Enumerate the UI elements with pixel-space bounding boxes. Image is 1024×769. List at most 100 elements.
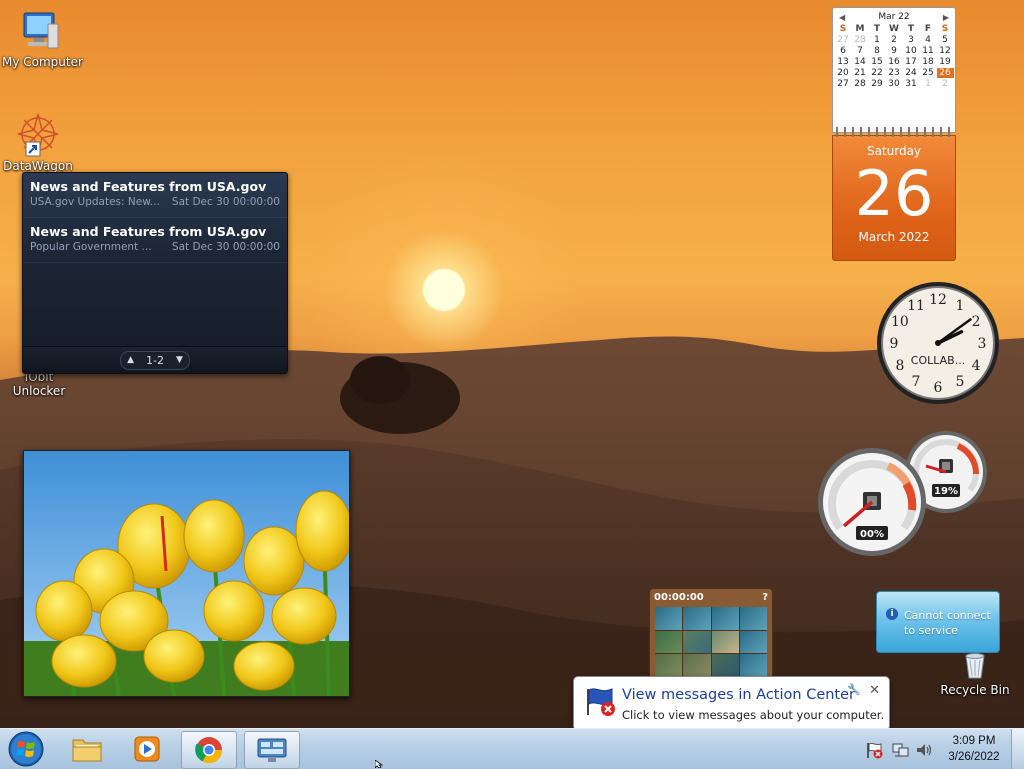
calendar-day-view: Saturday 26 March 2022 (832, 135, 956, 261)
explorer-taskbar-button[interactable] (60, 731, 114, 767)
taskbar-clock[interactable]: 3:09 PM 3/26/2022 (944, 733, 1004, 765)
clock-numeral: 12 (929, 292, 947, 308)
calendar-month-label: Mar 22 (878, 12, 910, 22)
media-player-taskbar-button[interactable] (120, 731, 174, 767)
start-button[interactable] (4, 730, 48, 768)
slideshow-gadget[interactable] (23, 450, 350, 697)
calendar-month-view: ◀ Mar 22 ▶ S M T W T F S 27 28 1 2 3 4 5 6 7 8 9 10 11 12 13 1… (832, 7, 956, 137)
calendar-day-cell[interactable]: 16 (886, 57, 903, 67)
calendar-day-cell[interactable]: 1 (920, 79, 937, 89)
service-status-gadget[interactable]: i Cannot connect to service (876, 591, 1000, 653)
puzzle-tile[interactable] (739, 654, 767, 677)
datawagon-icon (17, 113, 59, 157)
action-center-notification[interactable]: View messages in Action Center Click to … (573, 676, 890, 741)
calendar-day-cell[interactable]: 31 (903, 79, 920, 89)
calendar-day-cell[interactable]: 7 (852, 46, 869, 56)
action-center-tray-icon[interactable] (866, 741, 884, 759)
calendar-day-cell[interactable]: 30 (886, 79, 903, 89)
cpu-percent: 00% (860, 529, 884, 540)
network-tray-icon[interactable] (892, 741, 910, 759)
notification-title[interactable]: View messages in Action Center (622, 687, 855, 703)
calendar-day-cell[interactable]: 8 (869, 46, 886, 56)
puzzle-tile[interactable] (711, 607, 739, 630)
feed-headlines-gadget: News and Features from USA.gov USA.gov U… (22, 172, 288, 374)
show-desktop-button[interactable] (1011, 729, 1024, 769)
service-message-line1: Cannot connect (904, 609, 991, 622)
feed-pager-bar: ▲ 1-2 ▼ (23, 346, 287, 373)
calendar-day-cell[interactable]: 28 (852, 79, 869, 89)
calendar-day-cell[interactable]: 20 (835, 68, 852, 78)
close-icon[interactable]: ✕ (869, 683, 880, 698)
volume-tray-icon[interactable] (915, 741, 933, 759)
feed-item[interactable]: News and Features from USA.gov Popular G… (23, 218, 287, 263)
calendar-day-cell[interactable]: 19 (937, 57, 954, 67)
puzzle-tile[interactable] (655, 654, 683, 677)
next-month-icon[interactable]: ▶ (943, 13, 949, 22)
calendar-day-cell[interactable]: 23 (886, 68, 903, 78)
next-page-icon[interactable]: ▼ (176, 355, 183, 365)
calendar-weekday-header: W (889, 24, 899, 34)
puzzle-tile[interactable] (739, 607, 767, 630)
puzzle-tile[interactable] (711, 630, 739, 654)
chrome-taskbar-button[interactable] (181, 731, 237, 769)
calendar-day-cell[interactable]: 21 (852, 68, 869, 78)
calendar-day-cell[interactable]: 18 (920, 57, 937, 67)
chrome-icon (195, 737, 223, 764)
recycle-bin-icon (965, 653, 985, 679)
calendar-day-cell[interactable]: 5 (937, 35, 954, 45)
puzzle-help-icon[interactable]: ? (762, 592, 768, 603)
calendar-day-cell[interactable]: 25 (920, 68, 937, 78)
calendar-day-cell[interactable]: 27 (835, 35, 852, 45)
puzzle-tile[interactable] (683, 630, 711, 654)
my-computer-desktop-icon[interactable]: My Computer (2, 10, 83, 69)
calendar-day-cell[interactable]: 29 (869, 79, 886, 89)
puzzle-tile[interactable] (711, 654, 739, 677)
puzzle-tile[interactable] (683, 654, 711, 677)
previous-month-icon[interactable]: ◀ (839, 13, 845, 22)
calendar-day-cell[interactable]: 22 (869, 68, 886, 78)
calendar-binding-rings (833, 127, 955, 137)
calendar-day-cell[interactable]: 3 (903, 35, 920, 45)
picture-puzzle-gadget[interactable]: 00:00:00 ? (649, 588, 773, 680)
calendar-day-cell[interactable]: 26 (936, 68, 954, 78)
calendar-day-grid: S M T W T F S 27 28 1 2 3 4 5 6 7 8 9 10 11 12 13 14 15 16 17 18 19… (833, 24, 955, 89)
iobit-unlocker-desktop-icon[interactable]: IObit Unlocker (4, 370, 74, 398)
cpu-meter-gadget[interactable]: 19% 00% (818, 428, 990, 558)
calendar-day-cell[interactable]: 12 (937, 46, 954, 56)
puzzle-tile[interactable] (655, 607, 683, 630)
calendar-day-cell[interactable]: 24 (903, 68, 920, 78)
calendar-day-cell[interactable]: 27 (835, 79, 852, 89)
calendar-day-cell[interactable]: 10 (903, 46, 920, 56)
wrench-icon[interactable]: 🔧 (847, 683, 861, 696)
calendar-day-cell[interactable]: 6 (835, 46, 852, 56)
computer-icon (23, 12, 59, 49)
calendar-day-cell[interactable]: 17 (903, 57, 920, 67)
calendar-gadget[interactable]: ◀ Mar 22 ▶ S M T W T F S 27 28 1 2 3 4 5 6 7 8 9 10 11 12 13 1… (832, 7, 956, 261)
calendar-day-cell[interactable]: 28 (852, 35, 869, 45)
taskbar: 3:09 PM 3/26/2022 (0, 728, 1024, 769)
calendar-day-cell[interactable]: 4 (920, 35, 937, 45)
cpu-gauge: 00% (818, 448, 926, 556)
unlocker-label: Unlocker (12, 384, 66, 398)
calendar-day-cell[interactable]: 14 (852, 57, 869, 67)
calendar-day-name: Saturday (866, 144, 922, 158)
puzzle-tile[interactable] (655, 630, 683, 654)
puzzle-tile[interactable] (739, 630, 767, 654)
calendar-day-cell[interactable]: 2 (937, 79, 954, 89)
calendar-day-cell[interactable]: 13 (835, 57, 852, 67)
control-panel-taskbar-button[interactable] (244, 731, 300, 769)
recycle-bin-label: Recycle Bin (940, 683, 1010, 697)
calendar-weekday-header: S (941, 24, 949, 34)
calendar-day-cell[interactable]: 9 (886, 46, 903, 56)
feed-item[interactable]: News and Features from USA.gov USA.gov U… (23, 173, 287, 218)
calendar-day-cell[interactable]: 1 (869, 35, 886, 45)
datawagon-desktop-icon[interactable]: DataWagon (0, 110, 76, 173)
clock-gadget[interactable]: 12 12 3 45678 9 1011 COLLAB... (874, 280, 1002, 406)
calendar-day-cell[interactable]: 11 (920, 46, 937, 56)
previous-page-icon[interactable]: ▲ (127, 355, 134, 365)
windows-logo-icon (8, 731, 44, 767)
calendar-day-cell[interactable]: 2 (886, 35, 903, 45)
recycle-bin-desktop-icon[interactable]: Recycle Bin (940, 650, 1010, 697)
puzzle-tile[interactable] (683, 607, 711, 630)
calendar-day-cell[interactable]: 15 (869, 57, 886, 67)
